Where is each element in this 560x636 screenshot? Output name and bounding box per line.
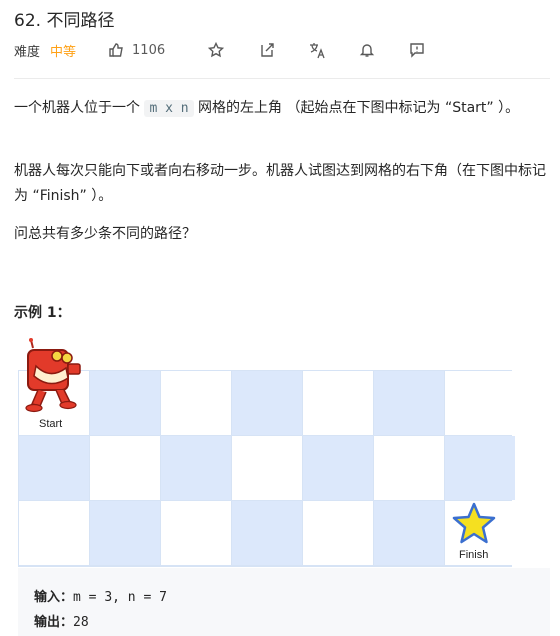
star-icon[interactable] bbox=[207, 41, 225, 59]
problem-title: 62. 不同路径 bbox=[14, 11, 115, 31]
finish-label: Finish bbox=[459, 549, 489, 561]
thumbs-up-icon bbox=[109, 43, 123, 57]
grid-cell bbox=[161, 371, 231, 435]
input-value: m = 3, n = 7 bbox=[73, 590, 167, 605]
grid-cell bbox=[232, 371, 302, 435]
grid-cell bbox=[161, 436, 231, 500]
grid-cell bbox=[374, 436, 444, 500]
grid-cell bbox=[445, 371, 515, 435]
output-value: 28 bbox=[73, 615, 89, 630]
start-label: Start bbox=[39, 418, 63, 430]
share-icon[interactable] bbox=[258, 41, 276, 59]
grid-cell bbox=[161, 501, 231, 565]
grid-cell bbox=[303, 371, 373, 435]
like-count: 1106 bbox=[132, 42, 166, 58]
description-paragraph-2: 机器人每次只能向下或者向右移动一步。机器人试图达到网格的右下角（在下图中标记为 … bbox=[14, 163, 546, 204]
grid-cell bbox=[445, 436, 515, 500]
feedback-icon[interactable] bbox=[408, 41, 426, 59]
example-grid bbox=[18, 370, 515, 567]
input-label: 输入： bbox=[34, 590, 74, 605]
problem-meta: 难度 中等 1106 bbox=[14, 40, 550, 60]
translate-icon[interactable] bbox=[308, 41, 326, 59]
grid-cell bbox=[374, 371, 444, 435]
grid-cell bbox=[303, 501, 373, 565]
robot-icon bbox=[25, 338, 81, 413]
example-io-block: 输入：m = 3, n = 7 输出：28 bbox=[18, 568, 550, 636]
inline-code: m x n bbox=[144, 100, 194, 117]
grid-cell bbox=[19, 501, 89, 565]
header-divider bbox=[14, 78, 550, 79]
example-output: 输出：28 bbox=[34, 611, 89, 630]
grid-cell bbox=[90, 436, 160, 500]
like-button[interactable]: 1106 bbox=[108, 42, 165, 58]
description-paragraph-1: 一个机器人位于一个 m x n 网格的左上角 （起始点在下图中标记为 “Star… bbox=[14, 96, 550, 121]
grid-cell bbox=[19, 436, 89, 500]
description-paragraph-3: 问总共有多少条不同的路径？ bbox=[14, 226, 196, 242]
example-input: 输入：m = 3, n = 7 bbox=[34, 586, 167, 605]
bell-icon[interactable] bbox=[358, 41, 376, 59]
difficulty-label: 难度 bbox=[14, 44, 41, 60]
grid-cell bbox=[232, 501, 302, 565]
star-finish-icon bbox=[452, 502, 496, 544]
description-text: 网格的左上角 （起始点在下图中标记为 “Start” ）。 bbox=[193, 100, 520, 116]
grid-cell bbox=[90, 371, 160, 435]
grid-cell bbox=[303, 436, 373, 500]
output-label: 输出： bbox=[34, 615, 74, 630]
difficulty-badge: 中等 bbox=[50, 44, 77, 60]
example-title: 示例 1： bbox=[14, 305, 71, 321]
description-text: 一个机器人位于一个 bbox=[14, 100, 145, 116]
grid-cell bbox=[232, 436, 302, 500]
grid-cell bbox=[374, 501, 444, 565]
grid-cell bbox=[90, 501, 160, 565]
